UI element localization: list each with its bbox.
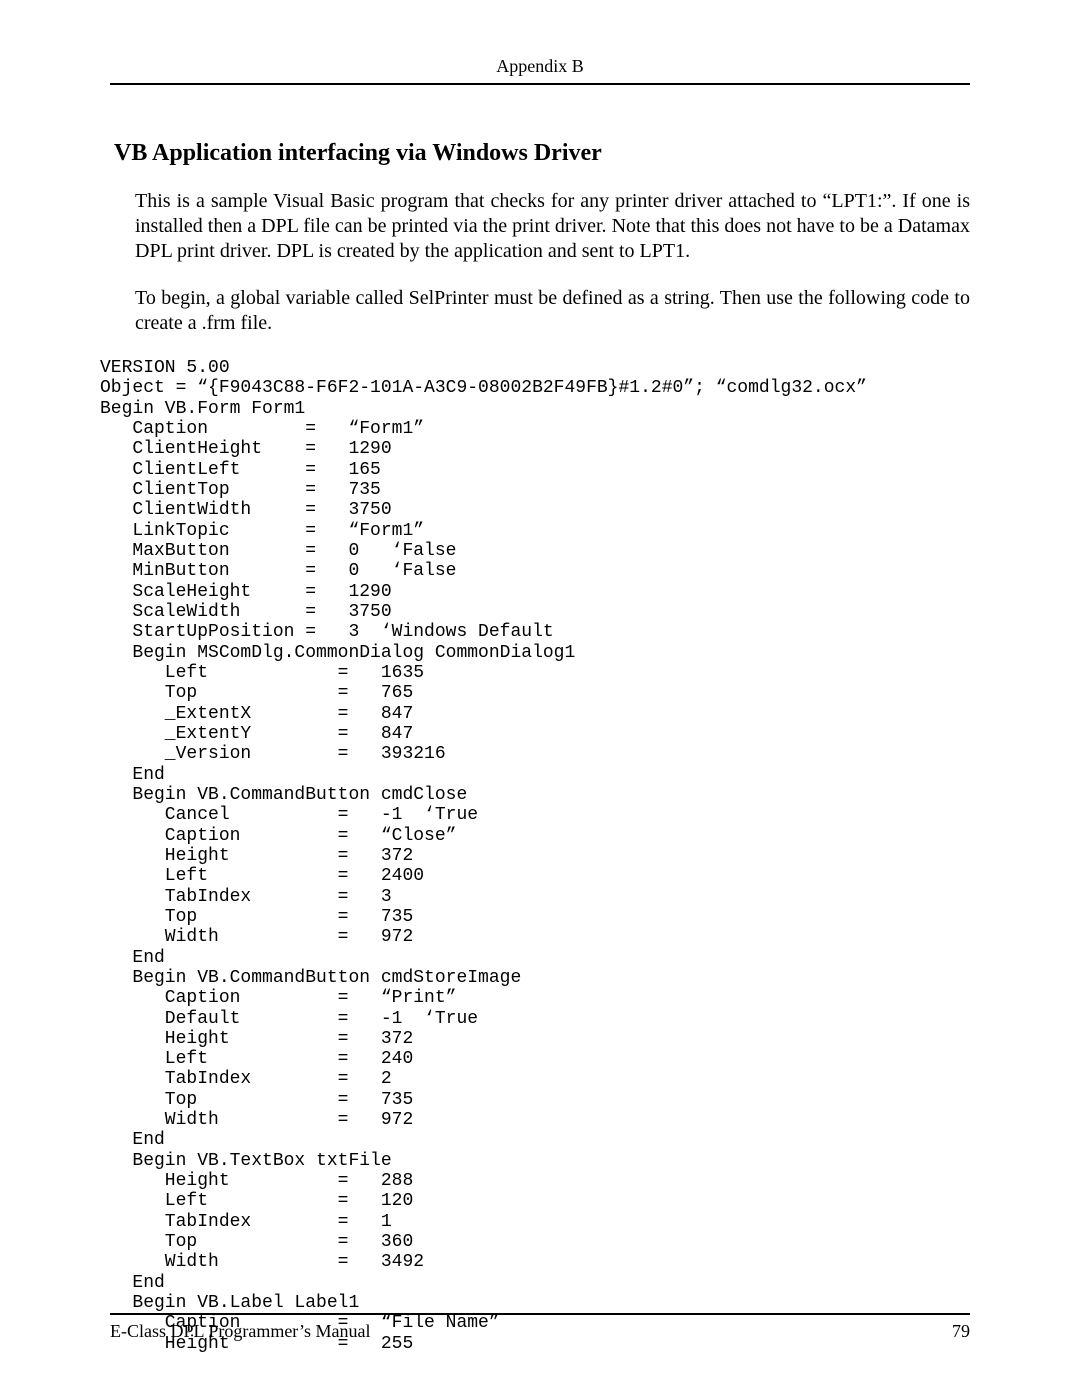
running-head: Appendix B bbox=[110, 56, 970, 83]
footer: E-Class DPL Programmer’s Manual 79 bbox=[110, 1313, 970, 1342]
page: Appendix B VB Application interfacing vi… bbox=[0, 0, 1080, 1397]
header-rule bbox=[110, 83, 970, 85]
paragraph-1: This is a sample Visual Basic program th… bbox=[135, 189, 970, 264]
code-listing: VERSION 5.00 Object = “{F9043C88-F6F2-10… bbox=[100, 358, 970, 1354]
footer-page-number: 79 bbox=[952, 1321, 970, 1342]
section-title: VB Application interfacing via Windows D… bbox=[114, 140, 970, 167]
footer-left: E-Class DPL Programmer’s Manual bbox=[110, 1321, 370, 1342]
footer-rule bbox=[110, 1313, 970, 1315]
paragraph-2: To begin, a global variable called SelPr… bbox=[135, 286, 970, 336]
